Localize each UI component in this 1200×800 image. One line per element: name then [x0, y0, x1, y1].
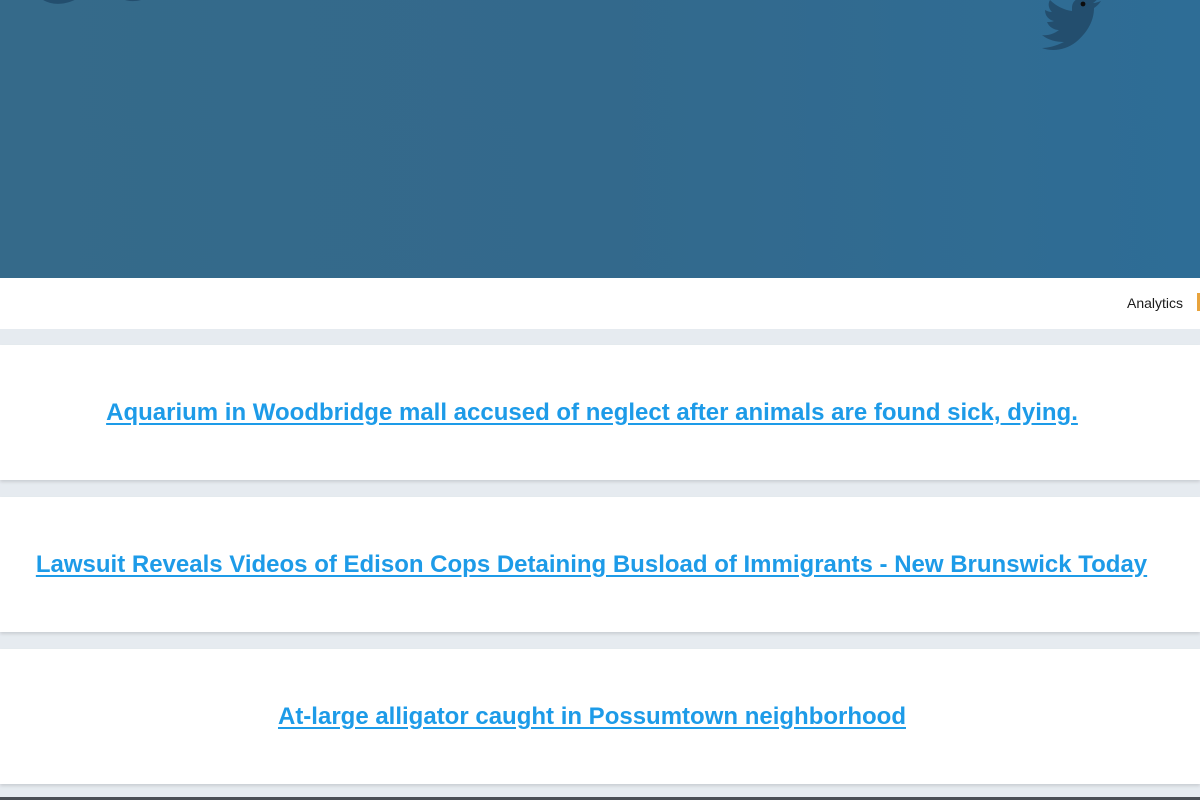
page: Analytics Aquarium in Woodbridge mall ac… [0, 0, 1200, 800]
article-card: Aquarium in Woodbridge mall accused of n… [0, 345, 1200, 480]
twitter-bird-icon [1042, 0, 1101, 50]
nav-bar: Analytics [0, 278, 1200, 329]
nav-link-analytics[interactable]: Analytics [1127, 295, 1183, 311]
article-link[interactable]: Aquarium in Woodbridge mall accused of n… [106, 399, 1078, 427]
hero-banner [0, 0, 1200, 278]
article-link[interactable]: At-large alligator caught in Possumtown … [278, 703, 906, 731]
bird-icon [43, 0, 75, 4]
bird-icon [125, 0, 141, 2]
article-card: Lawsuit Reveals Videos of Edison Cops De… [0, 497, 1200, 632]
article-link[interactable]: Lawsuit Reveals Videos of Edison Cops De… [36, 551, 1147, 579]
article-card: At-large alligator caught in Possumtown … [0, 649, 1200, 784]
